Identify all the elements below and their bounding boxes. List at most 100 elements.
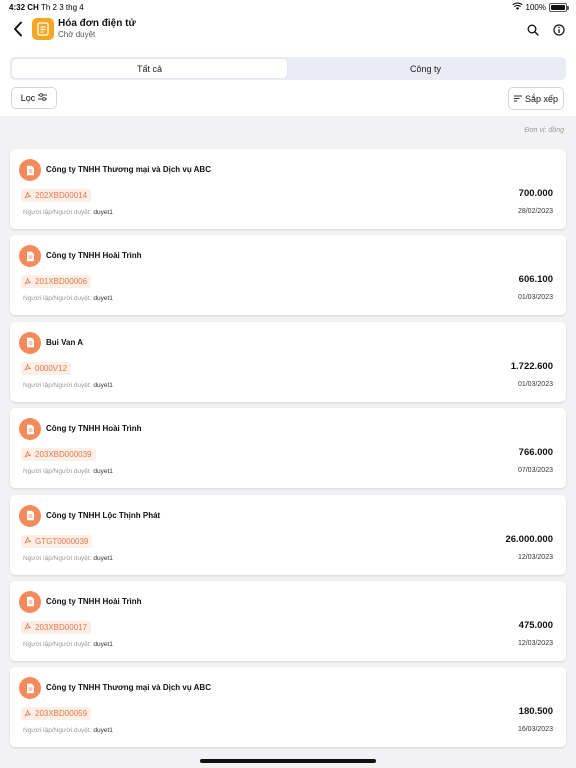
- invoice-company: Công ty TNHH Thương mại và Dịch vụ ABC: [46, 165, 211, 174]
- page-title: Hóa đơn điện tử: [58, 18, 136, 29]
- search-icon: [527, 23, 539, 41]
- search-button[interactable]: [524, 23, 542, 41]
- battery-icon: [549, 2, 569, 12]
- invoice-amount: 180.500: [518, 706, 553, 718]
- creator-label: Người lập/Người duyệt:: [23, 554, 92, 562]
- invoice-card[interactable]: Công ty TNHH Thương mại và Dịch vụ ABC 20…: [10, 149, 566, 229]
- invoice-code-badge: 203XBD000039: [21, 448, 96, 462]
- invoice-doc-icon: [19, 418, 41, 441]
- invoice-code: GTGT0000039: [35, 536, 89, 546]
- creator-value: duyet1: [93, 209, 113, 216]
- invoice-code-badge: 203XBD00017: [21, 620, 92, 634]
- invoice-company: Công ty TNHH Thương mại và Dịch vụ ABC: [46, 683, 211, 693]
- invoice-amount: 475.000: [518, 619, 553, 631]
- invoice-doc-icon: [19, 331, 41, 354]
- pdf-icon: [24, 191, 32, 201]
- status-right: 100%: [511, 2, 569, 12]
- pdf-icon: [24, 363, 32, 373]
- invoice-code: 201XBD00006: [35, 277, 88, 287]
- invoice-doc-icon: [19, 245, 41, 268]
- creator-label: Người lập/Người duyệt:: [23, 295, 92, 303]
- invoice-card[interactable]: Công ty TNHH Hoài Trình 201XBD00006 606.10…: [10, 235, 566, 316]
- home-indicator: [200, 759, 376, 763]
- creator-value: duyet1: [93, 381, 113, 389]
- invoice-code-badge: 203XBD00059: [21, 707, 92, 721]
- pdf-icon: [24, 709, 32, 719]
- status-bar: 4:32 CH Th 2 3 thg 4 100%: [0, 0, 576, 14]
- invoice-date: 01/03/2023: [517, 380, 553, 388]
- invoice-date: 12/03/2023: [517, 639, 553, 647]
- status-date: Th 2 3 thg 4: [41, 3, 84, 12]
- top-nav-bar: Hóa đơn điện tử Chờ duyệt: [0, 14, 576, 50]
- invoice-creator: Người lập/Người duyệt: duyet1: [23, 641, 113, 648]
- invoice-code: 203XBD000039: [35, 450, 92, 460]
- invoice-creator: Người lập/Người duyệt: duyet1: [23, 209, 113, 216]
- invoice-code-badge: 202XBD00014: [21, 189, 92, 202]
- chevron-left-icon: [13, 21, 23, 42]
- creator-label: Người lập/Người duyệt:: [23, 640, 92, 648]
- info-button[interactable]: [550, 23, 568, 41]
- filter-label: Lọc: [20, 93, 36, 103]
- invoice-company: Công ty TNHH Lộc Thịnh Phát: [46, 510, 161, 520]
- invoice-date: 01/03/2023: [517, 294, 553, 302]
- invoice-card[interactable]: Công ty TNHH Thương mại và Dịch vụ ABC 20…: [10, 667, 566, 748]
- creator-value: duyet1: [93, 727, 113, 735]
- invoice-amount: 766.000: [518, 447, 553, 459]
- invoice-code-badge: 0000V12: [21, 361, 72, 375]
- invoice-code: 0000V12: [35, 363, 68, 373]
- invoice-card[interactable]: Bui Van A 0000V12 1.722.600 Người lập/Người…: [10, 321, 566, 402]
- filter-button[interactable]: Lọc: [11, 87, 57, 109]
- creator-label: Người lập/Người duyệt:: [23, 468, 92, 476]
- creator-value: duyet1: [93, 640, 113, 648]
- pdf-icon: [24, 277, 32, 287]
- tab-company[interactable]: Công ty: [288, 59, 563, 78]
- invoice-date: 07/03/2023: [517, 467, 553, 475]
- invoice-code-badge: GTGT0000039: [21, 534, 93, 548]
- invoice-company: Công ty TNHH Hoài Trình: [46, 424, 142, 434]
- sort-button[interactable]: Sắp xếp: [508, 87, 564, 110]
- creator-value: duyet1: [93, 295, 113, 303]
- invoice-code: 203XBD00059: [35, 709, 88, 719]
- page-subtitle: Chờ duyệt: [58, 30, 96, 39]
- battery-percent: 100%: [525, 2, 546, 12]
- invoice-doc-icon: [19, 677, 41, 700]
- creator-label: Người lập/Người duyệt:: [23, 381, 92, 389]
- pdf-icon: [24, 450, 32, 460]
- tab-all[interactable]: Tất cả: [12, 59, 287, 78]
- currency-unit-label: Đơn vị: đồng: [524, 127, 564, 134]
- invoice-date: 28/02/2023: [517, 208, 553, 215]
- segmented-control: Tất cả Công ty: [10, 57, 566, 80]
- back-button[interactable]: [8, 20, 28, 42]
- invoice-company: Bui Van A: [46, 337, 84, 347]
- wifi-icon: [511, 2, 523, 12]
- invoice-card[interactable]: Công ty TNHH Hoài Trình 203XBD00017 475.00…: [10, 580, 566, 661]
- invoice-list: Công ty TNHH Thương mại và Dịch vụ ABC 20…: [10, 149, 566, 754]
- creator-label: Người lập/Người duyệt:: [23, 727, 92, 735]
- filter-bar: Tất cả Công ty Lọc Sắp xếp: [0, 50, 576, 116]
- sort-label: Sắp xếp: [524, 93, 559, 104]
- invoice-creator: Người lập/Người duyệt: duyet1: [23, 468, 113, 475]
- creator-value: duyet1: [93, 554, 113, 562]
- pdf-icon: [24, 536, 32, 546]
- creator-label: Người lập/Người duyệt:: [23, 209, 92, 216]
- invoice-date: 12/03/2023: [517, 553, 553, 561]
- invoice-doc-icon: [19, 504, 41, 527]
- invoice-creator: Người lập/Người duyệt: duyet1: [23, 382, 113, 389]
- invoice-amount: 606.100: [518, 274, 553, 286]
- creator-value: duyet1: [93, 468, 113, 476]
- invoice-creator: Người lập/Người duyệt: duyet1: [23, 295, 113, 302]
- invoice-creator: Người lập/Người duyệt: duyet1: [23, 555, 113, 562]
- invoice-code: 202XBD00014: [35, 191, 88, 200]
- info-icon: [553, 23, 565, 41]
- invoice-amount: 26.000.000: [505, 533, 553, 545]
- invoice-company: Công ty TNHH Hoài Trình: [46, 251, 142, 261]
- invoice-doc-icon: [19, 159, 41, 181]
- invoice-date: 16/03/2023: [517, 726, 553, 734]
- invoice-code: 203XBD00017: [35, 622, 88, 632]
- invoice-company: Công ty TNHH Hoài Trình: [46, 596, 142, 606]
- invoice-amount: 700.000: [518, 188, 553, 199]
- invoice-card[interactable]: Công ty TNHH Lộc Thịnh Phát GTGT0000039 26…: [10, 494, 566, 575]
- invoice-card[interactable]: Công ty TNHH Hoài Trình 203XBD000039 766.0…: [10, 408, 566, 489]
- sort-icon: [513, 94, 522, 104]
- sliders-icon: [38, 93, 48, 103]
